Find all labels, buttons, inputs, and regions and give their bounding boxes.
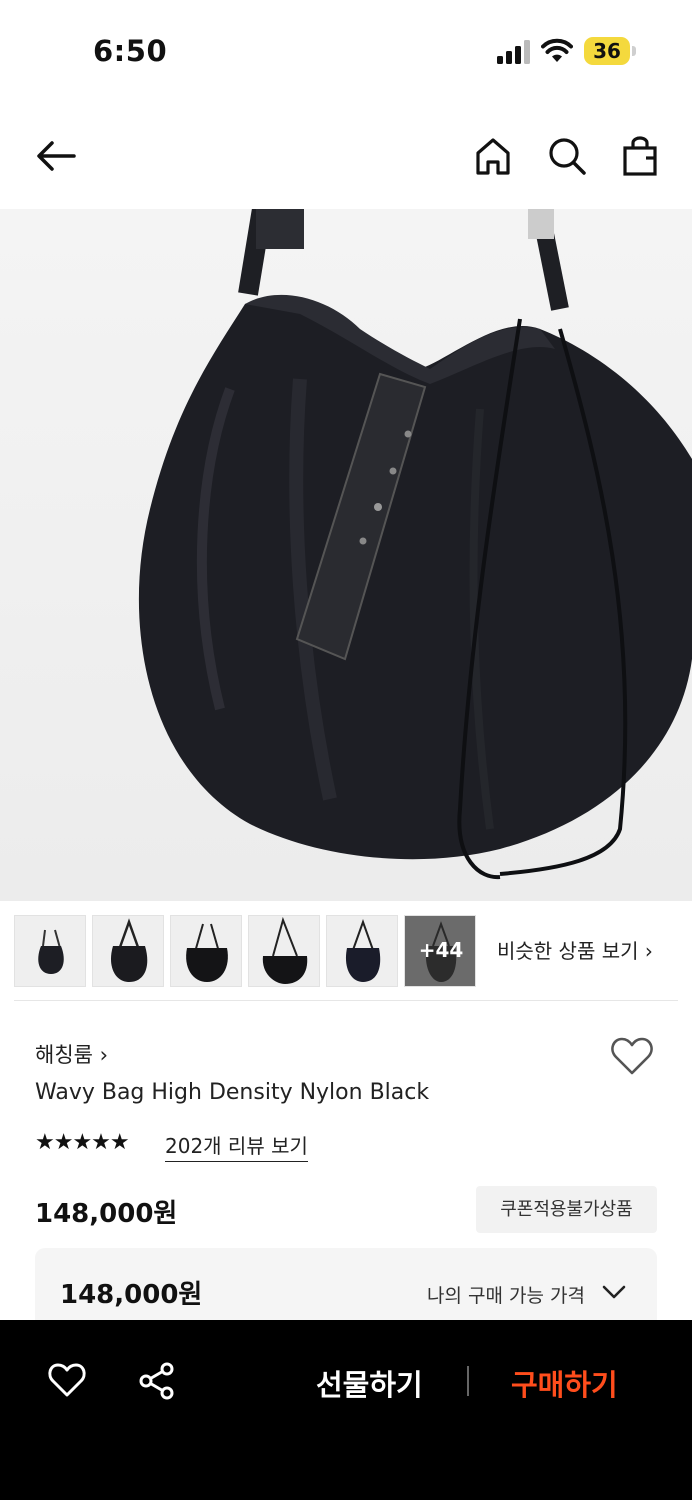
shopping-bag-icon[interactable] <box>618 134 662 178</box>
star-rating: ★★★★★ <box>35 1130 130 1155</box>
divider <box>467 1366 469 1396</box>
rating-row: ★★★★★ 202개 리뷰 보기 <box>35 1128 435 1162</box>
coupon-badge: 쿠폰적용불가상품 <box>476 1186 657 1233</box>
wishlist-heart-icon[interactable] <box>47 1362 87 1398</box>
battery-indicator: 36 <box>584 37 636 65</box>
product-price: 148,000원 <box>35 1199 178 1229</box>
bag-illustration <box>138 209 692 880</box>
thumbnail-4[interactable] <box>248 915 320 987</box>
my-price-value: 148,000원 <box>60 1280 203 1310</box>
product-main-image[interactable] <box>0 209 692 901</box>
thumbnail-1[interactable] <box>14 915 86 987</box>
share-icon[interactable] <box>138 1362 176 1400</box>
top-nav <box>0 120 692 200</box>
battery-level: 36 <box>593 39 621 63</box>
wifi-icon <box>541 38 573 62</box>
thumbnail-3[interactable] <box>170 915 242 987</box>
thumbnail-2[interactable] <box>92 915 164 987</box>
gift-button[interactable]: 선물하기 <box>316 1362 423 1404</box>
chevron-down-icon <box>602 1285 626 1299</box>
product-name: Wavy Bag High Density Nylon Black <box>35 1080 430 1105</box>
thumbnail-5[interactable] <box>326 915 398 987</box>
divider <box>14 1000 678 1001</box>
similar-products-link[interactable]: 비슷한 상품 보기 › <box>497 935 653 964</box>
brand-link[interactable]: 해칭룸 › <box>35 1039 108 1069</box>
arrow-left-icon[interactable] <box>34 134 78 178</box>
home-icon[interactable] <box>471 134 515 178</box>
status-time: 6:50 <box>93 34 168 68</box>
bottom-action-bar: 선물하기 구매하기 <box>0 1320 692 1500</box>
status-bar: 6:50 36 <box>0 0 692 100</box>
my-price-label: 나의 구매 가능 가격 <box>427 1285 585 1307</box>
cellular-signal-icon <box>497 40 530 64</box>
heart-icon[interactable] <box>610 1036 654 1076</box>
thumbnail-strip: +44 비슷한 상품 보기 › <box>14 915 678 987</box>
search-icon[interactable] <box>545 134 589 178</box>
thumbnail-more-count: +44 <box>418 938 464 962</box>
buy-button[interactable]: 구매하기 <box>511 1362 618 1404</box>
thumbnail-more[interactable]: +44 <box>404 915 476 987</box>
reviews-link[interactable]: 202개 리뷰 보기 <box>165 1130 308 1162</box>
